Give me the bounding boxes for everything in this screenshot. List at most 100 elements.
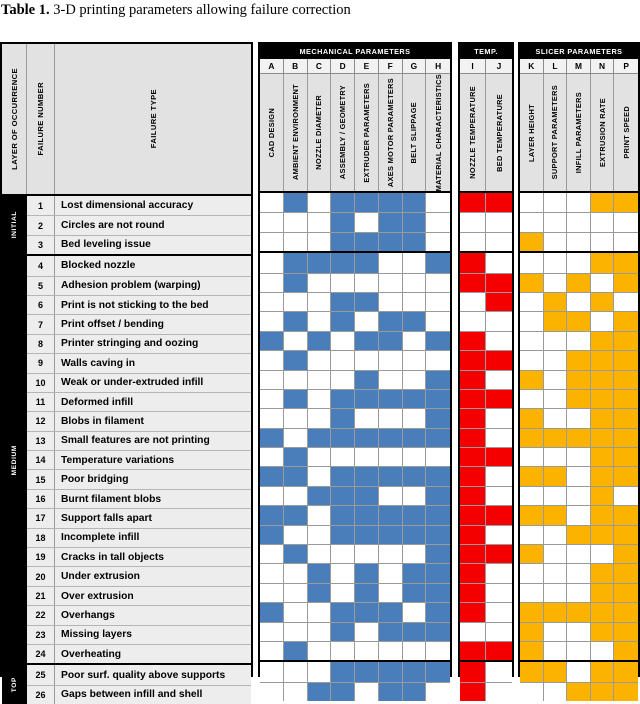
matrix-cell-a-25[interactable] <box>260 662 284 682</box>
matrix-cell-e-9[interactable] <box>355 351 379 370</box>
matrix-cell-h-23[interactable] <box>426 622 450 641</box>
matrix-cell-b-11[interactable] <box>283 389 308 409</box>
matrix-cell-h-12[interactable] <box>426 409 450 428</box>
matrix-cell-d-23[interactable] <box>331 622 355 641</box>
matrix-cell-d-22[interactable] <box>331 603 355 622</box>
matrix-cell-p-26[interactable] <box>614 682 638 702</box>
matrix-cell-k-2[interactable] <box>520 213 544 232</box>
matrix-cell-h-18[interactable] <box>426 525 450 545</box>
matrix-cell-k-26[interactable] <box>520 682 544 702</box>
matrix-cell-i-10[interactable] <box>460 370 486 389</box>
matrix-cell-l-18[interactable] <box>543 525 568 545</box>
matrix-cell-m-24[interactable] <box>567 641 591 661</box>
matrix-cell-d-16[interactable] <box>331 486 355 506</box>
matrix-cell-m-26[interactable] <box>567 682 591 702</box>
matrix-cell-d-21[interactable] <box>331 583 355 603</box>
matrix-cell-g-8[interactable] <box>402 331 427 351</box>
matrix-cell-f-7[interactable] <box>378 312 403 331</box>
table-row[interactable]: 19 Cracks in tall objects <box>27 547 251 567</box>
matrix-cell-n-24[interactable] <box>590 641 615 661</box>
matrix-cell-i-5[interactable] <box>460 273 486 292</box>
matrix-cell-e-12[interactable] <box>355 409 379 428</box>
matrix-cell-g-19[interactable] <box>402 545 427 564</box>
matrix-cell-l-16[interactable] <box>543 486 568 506</box>
matrix-cell-j-1[interactable] <box>486 193 512 213</box>
matrix-cell-b-16[interactable] <box>283 486 308 506</box>
matrix-cell-k-22[interactable] <box>520 603 544 622</box>
matrix-cell-e-17[interactable] <box>355 506 379 525</box>
matrix-cell-h-17[interactable] <box>426 506 450 525</box>
matrix-cell-n-18[interactable] <box>590 525 615 545</box>
matrix-cell-k-24[interactable] <box>520 641 544 661</box>
matrix-cell-p-6[interactable] <box>614 292 638 312</box>
matrix-cell-n-21[interactable] <box>590 583 615 603</box>
matrix-cell-j-21[interactable] <box>486 583 512 603</box>
matrix-cell-c-10[interactable] <box>307 370 332 389</box>
matrix-cell-a-9[interactable] <box>260 351 284 370</box>
matrix-cell-a-3[interactable] <box>260 232 284 252</box>
matrix-cell-p-1[interactable] <box>614 193 638 213</box>
matrix-cell-i-12[interactable] <box>460 409 486 428</box>
matrix-cell-p-11[interactable] <box>614 389 638 409</box>
table-row[interactable]: 7 Print offset / bending <box>27 314 251 334</box>
matrix-cell-p-24[interactable] <box>614 641 638 661</box>
matrix-cell-i-22[interactable] <box>460 603 486 622</box>
matrix-cell-h-20[interactable] <box>426 564 450 583</box>
matrix-cell-d-18[interactable] <box>331 525 355 545</box>
matrix-cell-i-26[interactable] <box>460 682 486 702</box>
matrix-cell-l-21[interactable] <box>543 583 568 603</box>
matrix-cell-g-22[interactable] <box>402 603 427 622</box>
matrix-cell-h-2[interactable] <box>426 213 450 232</box>
matrix-cell-k-17[interactable] <box>520 506 544 525</box>
matrix-cell-e-4[interactable] <box>355 253 379 273</box>
matrix-cell-j-2[interactable] <box>486 213 512 232</box>
matrix-cell-p-20[interactable] <box>614 564 638 583</box>
matrix-cell-f-19[interactable] <box>378 545 403 564</box>
matrix-cell-i-19[interactable] <box>460 545 486 564</box>
matrix-cell-n-3[interactable] <box>590 232 615 252</box>
matrix-cell-i-16[interactable] <box>460 486 486 506</box>
matrix-cell-l-9[interactable] <box>543 351 568 370</box>
matrix-cell-e-24[interactable] <box>355 641 379 661</box>
matrix-cell-g-5[interactable] <box>402 273 427 292</box>
matrix-cell-e-15[interactable] <box>355 467 379 486</box>
matrix-cell-f-23[interactable] <box>378 622 403 641</box>
matrix-cell-p-23[interactable] <box>614 622 638 641</box>
matrix-cell-p-25[interactable] <box>614 662 638 682</box>
matrix-cell-a-21[interactable] <box>260 583 284 603</box>
matrix-cell-c-12[interactable] <box>307 409 332 428</box>
matrix-cell-d-19[interactable] <box>331 545 355 564</box>
matrix-cell-n-19[interactable] <box>590 545 615 564</box>
matrix-cell-f-2[interactable] <box>378 213 403 232</box>
matrix-cell-d-12[interactable] <box>331 409 355 428</box>
matrix-cell-j-23[interactable] <box>486 622 512 641</box>
matrix-cell-p-10[interactable] <box>614 370 638 389</box>
matrix-cell-g-13[interactable] <box>402 428 427 448</box>
matrix-cell-k-15[interactable] <box>520 467 544 486</box>
matrix-cell-d-26[interactable] <box>331 682 355 702</box>
matrix-cell-d-4[interactable] <box>331 253 355 273</box>
matrix-cell-h-24[interactable] <box>426 641 450 661</box>
matrix-cell-a-20[interactable] <box>260 564 284 583</box>
matrix-cell-n-20[interactable] <box>590 564 615 583</box>
matrix-cell-c-9[interactable] <box>307 351 332 370</box>
matrix-cell-h-7[interactable] <box>426 312 450 331</box>
matrix-cell-i-24[interactable] <box>460 641 486 661</box>
matrix-cell-n-26[interactable] <box>590 682 615 702</box>
matrix-cell-e-1[interactable] <box>355 193 379 213</box>
matrix-cell-b-25[interactable] <box>283 662 308 682</box>
matrix-cell-c-11[interactable] <box>307 389 332 409</box>
matrix-cell-n-9[interactable] <box>590 351 615 370</box>
matrix-cell-c-3[interactable] <box>307 232 332 252</box>
matrix-cell-f-21[interactable] <box>378 583 403 603</box>
matrix-cell-j-11[interactable] <box>486 389 512 409</box>
matrix-cell-k-3[interactable] <box>520 232 544 252</box>
matrix-cell-e-10[interactable] <box>355 370 379 389</box>
matrix-cell-m-9[interactable] <box>567 351 591 370</box>
matrix-cell-e-16[interactable] <box>355 486 379 506</box>
matrix-cell-a-16[interactable] <box>260 486 284 506</box>
matrix-cell-f-9[interactable] <box>378 351 403 370</box>
matrix-cell-p-15[interactable] <box>614 467 638 486</box>
matrix-cell-m-10[interactable] <box>567 370 591 389</box>
matrix-cell-d-14[interactable] <box>331 448 355 467</box>
